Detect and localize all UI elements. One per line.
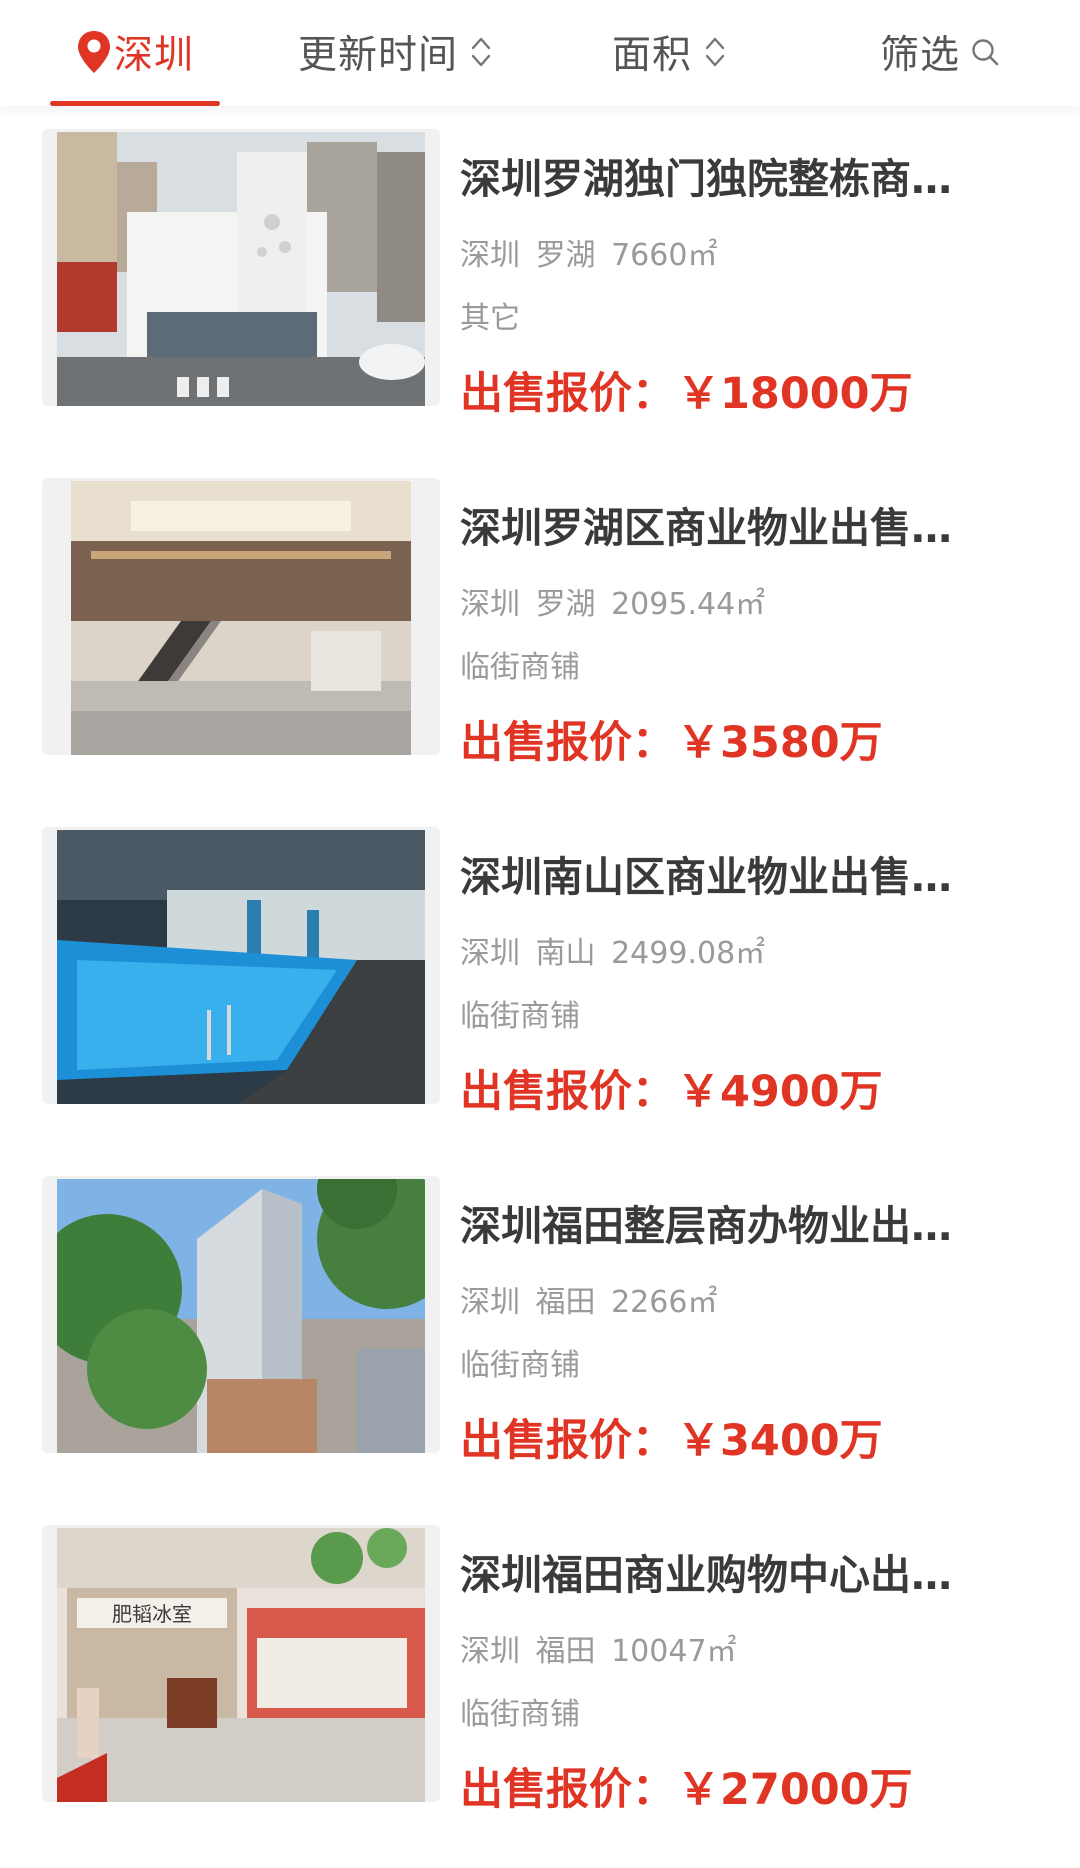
location-pin-icon [78,31,110,73]
listing-city: 深圳 [460,587,520,622]
listing-price-label: 出售报价： [460,369,675,419]
listing-title[interactable]: 深圳罗湖区商业物业出售… [460,500,1000,556]
sort-updown-icon [471,37,491,67]
listing-price-label: 出售报价： [460,1765,675,1815]
filter-label: 筛选 [880,33,961,78]
listing-area: 2499.08㎡ [611,936,766,971]
listing-area: 2095.44㎡ [611,587,766,622]
listing-area: 10047㎡ [611,1634,737,1669]
listing-meta: 深圳 福田 2266㎡ [460,1277,717,1321]
listing-district: 南山 [535,936,596,971]
listing-meta: 深圳 福田 10047㎡ [460,1626,737,1670]
listing-price-row: 出售报价：￥18000万 [460,359,913,421]
listing-price-row: 出售报价：￥3580万 [460,708,883,770]
listing-card[interactable]: 肥韬冰室 深圳福田商业购物中心出… 深圳 福田 10047㎡ 临街商铺 出售报价… [0,1507,1080,1856]
filter-bar: 深圳 更新时间 面积 筛选 [0,0,1080,106]
listing-photo-frame [42,1176,440,1453]
listing-title[interactable]: 深圳福田整层商办物业出… [460,1198,1000,1254]
listing-price-row: 出售报价：￥3400万 [460,1406,883,1468]
listing-price: ￥27000万 [677,1765,913,1815]
listing-price-label: 出售报价： [460,1067,675,1117]
listing-price-label: 出售报价： [460,1416,675,1466]
listing-district: 罗湖 [535,238,596,273]
sort-area-label: 面积 [612,33,693,78]
listing-area: 2266㎡ [611,1285,718,1320]
listing-district: 福田 [535,1634,596,1669]
listing-photo-frame [42,129,440,406]
listing-photo-frame: 肥韬冰室 [42,1525,440,1802]
listing-district: 罗湖 [535,587,596,622]
search-icon [972,39,999,66]
listing-price: ￥18000万 [677,369,913,419]
listing-meta: 深圳 南山 2499.08㎡ [460,928,765,972]
sort-updown-icon [705,37,725,67]
listing-title[interactable]: 深圳罗湖独门独院整栋商… [460,151,1000,207]
sort-area[interactable]: 面积 [612,22,726,82]
listing-meta: 深圳 罗湖 2095.44㎡ [460,579,765,623]
listing-photo-frame [42,827,440,1104]
listing-type: 临街商铺 [460,650,580,685]
listing-photo [57,1179,425,1453]
filter-button[interactable]: 筛选 [880,22,1000,82]
sort-update-time[interactable]: 更新时间 [298,22,492,82]
listing-city: 深圳 [460,238,520,273]
listing-type: 临街商铺 [460,1697,580,1732]
listing-price-row: 出售报价：￥27000万 [460,1755,913,1817]
listing-photo [57,830,425,1104]
listing-card[interactable]: 深圳罗湖独门独院整栋商… 深圳 罗湖 7660㎡ 其它 出售报价：￥18000万 [0,111,1080,460]
listing-card[interactable]: 深圳南山区商业物业出售… 深圳 南山 2499.08㎡ 临街商铺 出售报价：￥4… [0,809,1080,1158]
active-tab-underline [50,101,220,106]
listing-meta: 深圳 罗湖 7660㎡ [460,230,717,274]
city-selector[interactable]: 深圳 [76,22,194,82]
listing-city: 深圳 [460,936,520,971]
listing-price: ￥3580万 [677,718,883,768]
listing-type: 临街商铺 [460,1348,580,1383]
listing-card[interactable]: 深圳罗湖区商业物业出售… 深圳 罗湖 2095.44㎡ 临街商铺 出售报价：￥3… [0,460,1080,809]
listing-price: ￥3400万 [677,1416,883,1466]
sort-update-time-label: 更新时间 [298,33,459,78]
city-label: 深圳 [114,33,195,78]
listing-city: 深圳 [460,1634,520,1669]
svg-text:肥韬冰室: 肥韬冰室 [112,1602,192,1626]
listing-type: 临街商铺 [460,999,580,1034]
listing-price: ￥4900万 [677,1067,883,1117]
listing-price-row: 出售报价：￥4900万 [460,1057,883,1119]
listing-title[interactable]: 深圳福田商业购物中心出… [460,1547,1000,1603]
listing-photo [71,481,411,755]
listing-price-label: 出售报价： [460,718,675,768]
listing-photo-frame [42,478,440,755]
listing-title[interactable]: 深圳南山区商业物业出售… [460,849,1000,905]
listing-photo [57,132,425,406]
listing-district: 福田 [535,1285,596,1320]
listing-type: 其它 [460,301,520,336]
listing-city: 深圳 [460,1285,520,1320]
listing-area: 7660㎡ [611,238,718,273]
listing-card[interactable]: 深圳福田整层商办物业出… 深圳 福田 2266㎡ 临街商铺 出售报价：￥3400… [0,1158,1080,1507]
listing-photo: 肥韬冰室 [57,1528,425,1802]
